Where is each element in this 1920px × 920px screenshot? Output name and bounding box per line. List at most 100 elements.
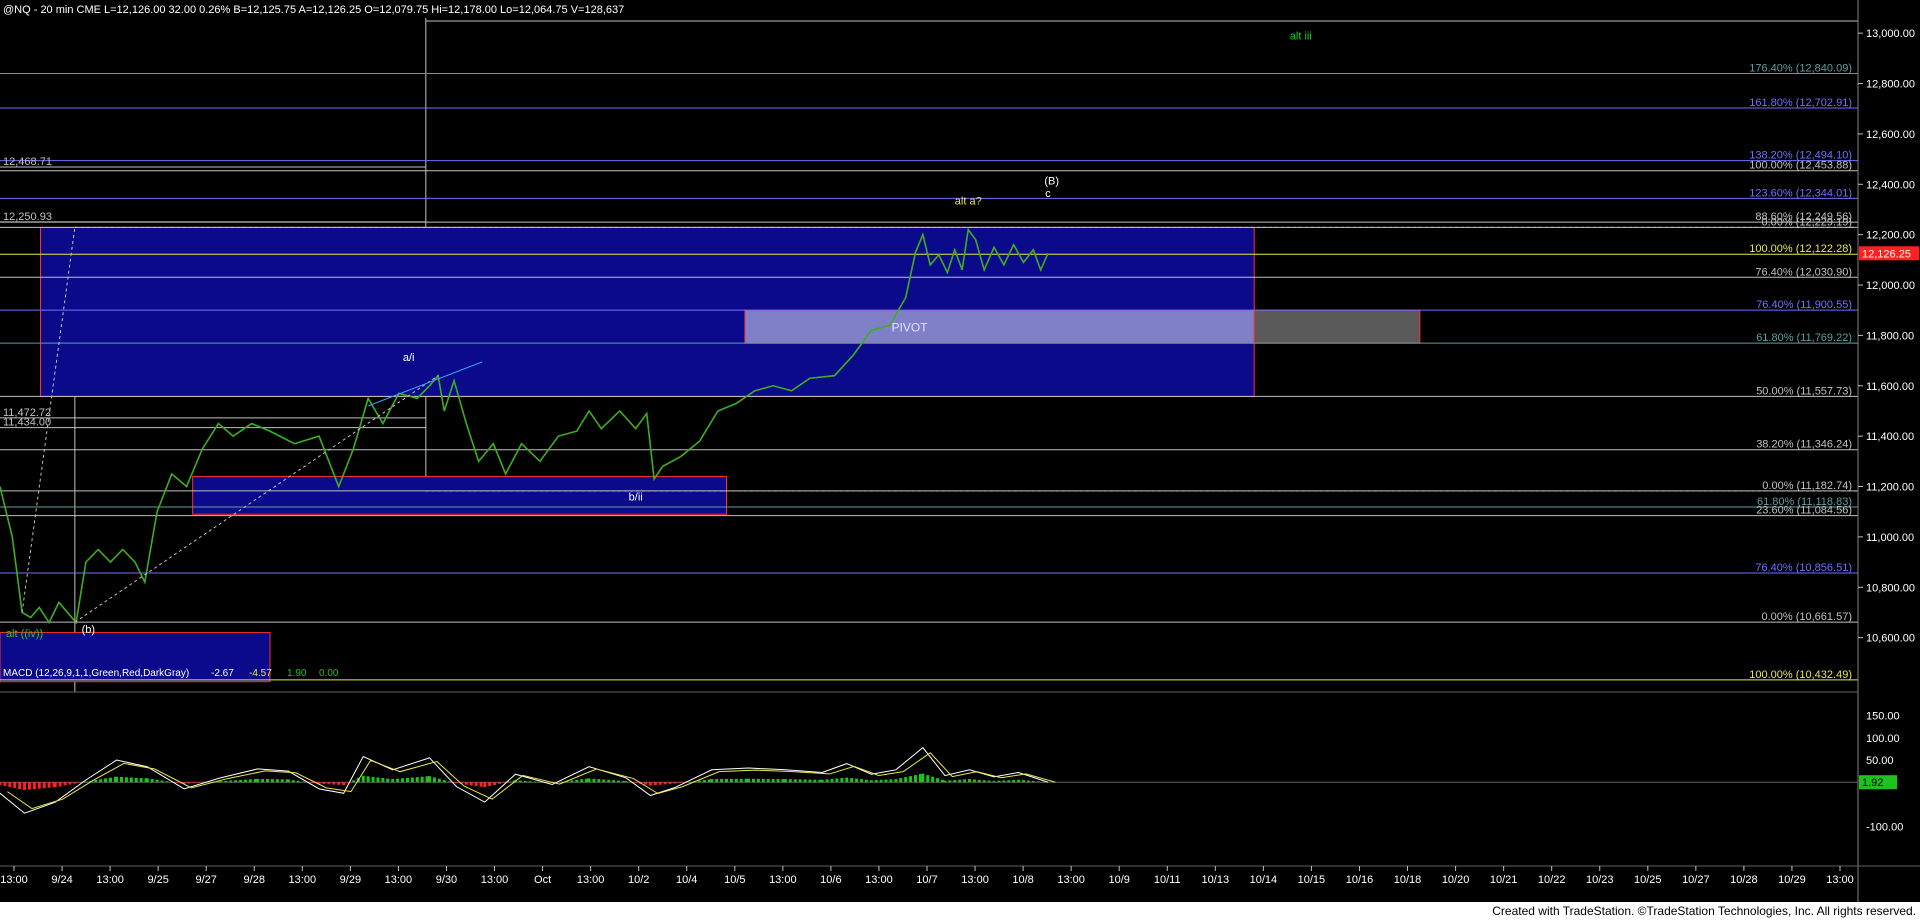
time-tick-label: 10/25 [1634,874,1662,886]
time-tick-label: 10/14 [1250,874,1278,886]
time-tick-label: 9/27 [195,874,216,886]
footer: Created with TradeStation. ©TradeStation… [0,902,1920,920]
fib-level-label: 76.40% (10,856.51) [1755,562,1852,574]
fib-level-label: 50.00% (11,557.73) [1756,385,1852,397]
price-tick-label: 11,800.00 [1866,330,1914,342]
price-tick-label: 10,600.00 [1866,633,1915,645]
time-tick-label: 10/15 [1298,874,1326,886]
time-tick-label: 10/29 [1778,874,1806,886]
left-price-label: 12,250.93 [3,211,52,223]
time-tick-label: 13:00 [0,874,28,886]
macd-value: 0.00 [319,668,339,679]
time-tick-label: 9/28 [244,874,265,886]
macd-panel: -2.67 -4.57 1.90 0.00 [0,668,1858,814]
price-tick-label: 11,200.00 [1866,482,1914,494]
wave-label: (B) [1044,176,1059,188]
wave-label: b/ii [629,491,643,503]
fib-level-label: 176.40% (12,840.09) [1749,62,1852,74]
time-tick-label: 13:00 [1826,874,1854,886]
time-tick-label: 13:00 [96,874,124,886]
time-tick-label: 13:00 [289,874,317,886]
wave-label: a/i [403,352,415,364]
macd-tick-label: -100.00 [1866,822,1903,834]
macd-tick-label: 150.00 [1866,711,1900,723]
price-tick-label: 12,800.00 [1866,79,1915,91]
macd-signal-line [7,752,1056,810]
fib-level-label: 0.00% (12,229.19) [1761,216,1852,228]
time-tick-label: 10/13 [1202,874,1230,886]
time-tick-label: 10/16 [1346,874,1374,886]
price-tick-label: 12,200.00 [1866,230,1915,242]
price-tick-label: 10,800.00 [1866,582,1915,594]
fib-level-label: 0.00% (10,661.57) [1761,611,1852,623]
time-tick-label: 13:00 [769,874,797,886]
fib-level-label: 123.60% (12,344.01) [1749,187,1852,199]
macd-current-label: 1.92 [1862,777,1883,789]
time-tick-label: 10/11 [1154,874,1181,886]
price-chart[interactable]: PIVOT 176.40% (12,840.09) 161.80% (12,702… [0,0,1920,902]
zone-box-3 [744,309,1255,344]
time-tick-label: 13:00 [961,874,989,886]
time-tick-label: 13:00 [577,874,605,886]
wave-label: alt ((iv)) [6,628,43,640]
fib-level-label: 100.00% (12,122.28) [1749,243,1852,255]
fib-level-label: 161.80% (12,702.91) [1749,97,1852,109]
zone-box-4 [1253,309,1421,344]
fib-level-label: 100.00% (12,453.88) [1749,160,1852,172]
macd-tick-label: 50.00 [1866,755,1894,767]
time-tick-label: 10/6 [820,874,841,886]
time-tick-label: 10/18 [1394,874,1422,886]
fib-level-label: 0.00% (11,182.74) [1762,480,1852,492]
axes: 10,600.00 10,800.00 11,000.00 11,200.00 11,4… [0,0,1920,902]
fib-level-label: 23.60% (11,084.56) [1756,505,1852,517]
time-tick-label: 10/28 [1730,874,1758,886]
zones: PIVOT [0,226,1421,683]
macd-tick-label: 100.00 [1866,733,1900,745]
time-tick-label: 10/7 [916,874,937,886]
footer-text: Created with TradeStation. ©TradeStation… [1492,904,1916,918]
fib-level-label: 76.40% (12,030.90) [1755,266,1852,278]
price-tick-label: 11,600.00 [1866,381,1914,393]
time-tick-label: 10/27 [1682,874,1710,886]
wave-label: alt a? [955,195,982,207]
pivot-label: PIVOT [892,321,929,335]
price-tick-label: 12,000.00 [1866,280,1915,292]
fib-level-label: 76.40% (11,900.55) [1756,299,1852,311]
time-tick-label: 13:00 [481,874,509,886]
time-tick-label: 10/21 [1490,874,1518,886]
time-tick-label: 10/4 [676,874,697,886]
time-tick-label: 10/8 [1012,874,1033,886]
price-tick-label: 11,400.00 [1866,431,1914,443]
wave-label: c [1045,188,1051,200]
time-tick-label: 13:00 [865,874,893,886]
time-tick-label: Oct [534,874,551,886]
macd-value: -4.57 [249,668,272,679]
price-tick-label: 11,000.00 [1866,532,1914,544]
price-tick-label: 12,400.00 [1866,179,1915,191]
time-tick-label: 10/22 [1538,874,1566,886]
zone-box-1 [192,475,728,515]
time-tick-label: 9/24 [51,874,72,886]
fib-level-label: 61.80% (11,769.22) [1756,332,1852,344]
macd-value: -2.67 [211,668,234,679]
wave-label: alt iii [1290,30,1312,42]
time-tick-label: 13:00 [1057,874,1085,886]
last-price-label: 12,126.25 [1862,248,1911,260]
time-tick-label: 9/25 [147,874,168,886]
fib-level-label: 38.20% (11,346.24) [1756,439,1852,451]
time-tick-label: 9/30 [436,874,457,886]
left-price-label: 11,434.00 [3,417,51,429]
wave-label: (b) [82,624,95,636]
macd-value: 1.90 [287,668,307,679]
time-tick-label: 10/23 [1586,874,1614,886]
price-tick-label: 13,000.00 [1866,28,1915,40]
macd-label: MACD (12,26,9,1,1,Green,Red,DarkGray) [3,668,189,679]
chart-header: @NQ - 20 min CME L=12,126.00 32.00 0.26%… [3,4,624,16]
time-tick-label: 9/29 [340,874,361,886]
time-tick-label: 13:00 [385,874,413,886]
time-tick-label: 10/20 [1442,874,1470,886]
left-price-label: 12,468.71 [3,156,52,168]
time-tick-label: 10/9 [1108,874,1129,886]
fib-level-label: 100.00% (10,432.49) [1749,669,1852,681]
price-tick-label: 12,600.00 [1866,129,1915,141]
